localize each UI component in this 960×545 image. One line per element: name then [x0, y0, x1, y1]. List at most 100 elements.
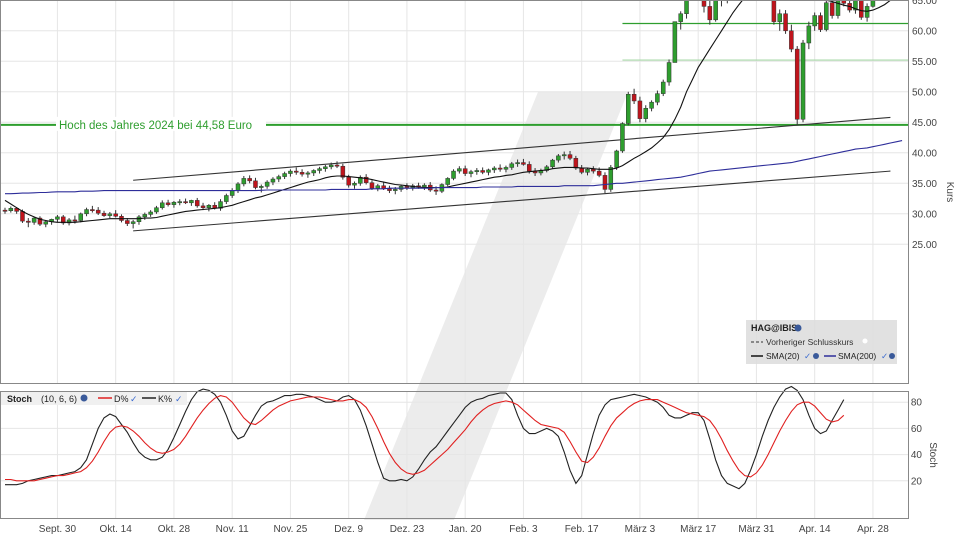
candle-body — [673, 22, 677, 63]
price-tick-label: 25.00 — [912, 240, 937, 251]
candle-body — [44, 222, 48, 224]
candle-body — [189, 200, 193, 202]
candle-body — [347, 177, 351, 185]
candle-body — [318, 169, 322, 171]
stoch-title: Stoch — [7, 394, 32, 404]
candle-body — [277, 177, 281, 179]
candle-body — [620, 124, 624, 151]
candle-body — [486, 170, 490, 172]
candles — [3, 0, 892, 228]
candle-body — [90, 210, 94, 211]
price-legend-title: HAG@IBIS — [751, 323, 797, 333]
candle-body — [422, 185, 426, 187]
candle-body — [236, 184, 240, 191]
legend-sma20-label: SMA(20) — [766, 351, 800, 361]
candle-body — [521, 163, 525, 165]
x-tick-label: März 31 — [738, 524, 775, 535]
legend-k-label: K% — [158, 394, 172, 404]
candle-body — [387, 189, 391, 191]
stock-chart: Hoch des Jahres 2024 bei 44,58 Euro 25.0… — [0, 0, 960, 540]
candle-body — [580, 168, 584, 172]
candle-body — [96, 210, 100, 213]
candle-body — [242, 178, 246, 183]
x-tick-label: März 17 — [680, 524, 717, 535]
candle-body — [644, 108, 648, 118]
candle-body — [551, 160, 555, 167]
x-tick-label: Okt. 14 — [100, 524, 133, 535]
globe-icon — [795, 325, 802, 332]
candle-body — [300, 172, 304, 174]
check-icon: ✓ — [175, 394, 183, 404]
x-tick-label: Apr. 14 — [799, 524, 831, 535]
price-tick-label: 35.00 — [912, 179, 937, 190]
check-icon: ✓ — [804, 351, 811, 361]
candle-body — [184, 202, 188, 203]
candle-body — [376, 186, 380, 188]
candle-body — [568, 155, 572, 159]
price-tick-label: 60.00 — [912, 26, 937, 37]
globe-icon — [81, 395, 88, 402]
candle-body — [708, 6, 712, 19]
candle-body — [131, 222, 135, 224]
candle-body — [306, 173, 310, 174]
candle-body — [481, 170, 485, 172]
stoch-axis-label: Stoch — [927, 442, 938, 468]
candle-body — [329, 165, 333, 167]
candle-body — [265, 182, 269, 186]
x-tick-label: Nov. 11 — [216, 524, 249, 535]
price-axis-label: Kurs — [944, 182, 955, 203]
candle-body — [784, 14, 788, 31]
candle-body — [201, 206, 205, 208]
candle-body — [586, 169, 590, 172]
candle-body — [452, 171, 456, 178]
x-tick-label: Dez. 23 — [390, 524, 425, 535]
candle-body — [574, 158, 578, 168]
candle-body — [679, 14, 683, 22]
candle-body — [655, 94, 659, 103]
price-tick-label: 45.00 — [912, 118, 937, 129]
candle-body — [626, 94, 630, 123]
candle-body — [667, 63, 671, 83]
stoch-tick-label: 60 — [911, 424, 923, 435]
candle-body — [661, 82, 665, 94]
candle-body — [108, 214, 112, 216]
check-icon: ✓ — [130, 394, 138, 404]
candle-body — [271, 179, 275, 182]
candle-body — [85, 210, 89, 214]
x-tick-label: Feb. 17 — [565, 524, 599, 535]
candle-body — [516, 163, 520, 164]
candle-body — [114, 214, 118, 216]
candle-body — [504, 167, 508, 169]
candle-body — [137, 217, 141, 222]
candle-body — [20, 211, 24, 221]
watermark-logo — [364, 92, 628, 520]
candle-body — [3, 210, 7, 211]
candle-body — [795, 49, 799, 119]
candle-body — [714, 0, 718, 20]
candle-body — [207, 205, 211, 207]
candle-body — [778, 14, 782, 22]
candle-body — [463, 169, 467, 174]
candle-body — [830, 3, 834, 16]
candle-body — [195, 200, 199, 205]
candle-body — [230, 191, 234, 196]
candle-body — [789, 31, 793, 49]
chart-svg: Hoch des Jahres 2024 bei 44,58 Euro 25.0… — [0, 0, 960, 540]
candle-body — [615, 151, 619, 167]
stoch-params: (10, 6, 6) — [41, 394, 77, 404]
candle-body — [253, 181, 257, 188]
candle-body — [609, 167, 613, 189]
price-tick-label: 65.00 — [912, 0, 937, 7]
candle-body — [166, 203, 170, 205]
candle-body — [527, 164, 531, 171]
candle-body — [160, 203, 164, 208]
candle-body — [807, 26, 811, 43]
legend-sma200-label: SMA(200) — [838, 351, 876, 361]
candle-body — [26, 221, 30, 222]
candle-body — [475, 170, 479, 171]
candle-body — [248, 178, 252, 180]
candle-body — [55, 217, 59, 219]
candle-body — [510, 164, 514, 168]
candle-body — [685, 0, 689, 14]
legend-prev-close-label: Vorheriger Schlusskurs — [766, 337, 853, 347]
